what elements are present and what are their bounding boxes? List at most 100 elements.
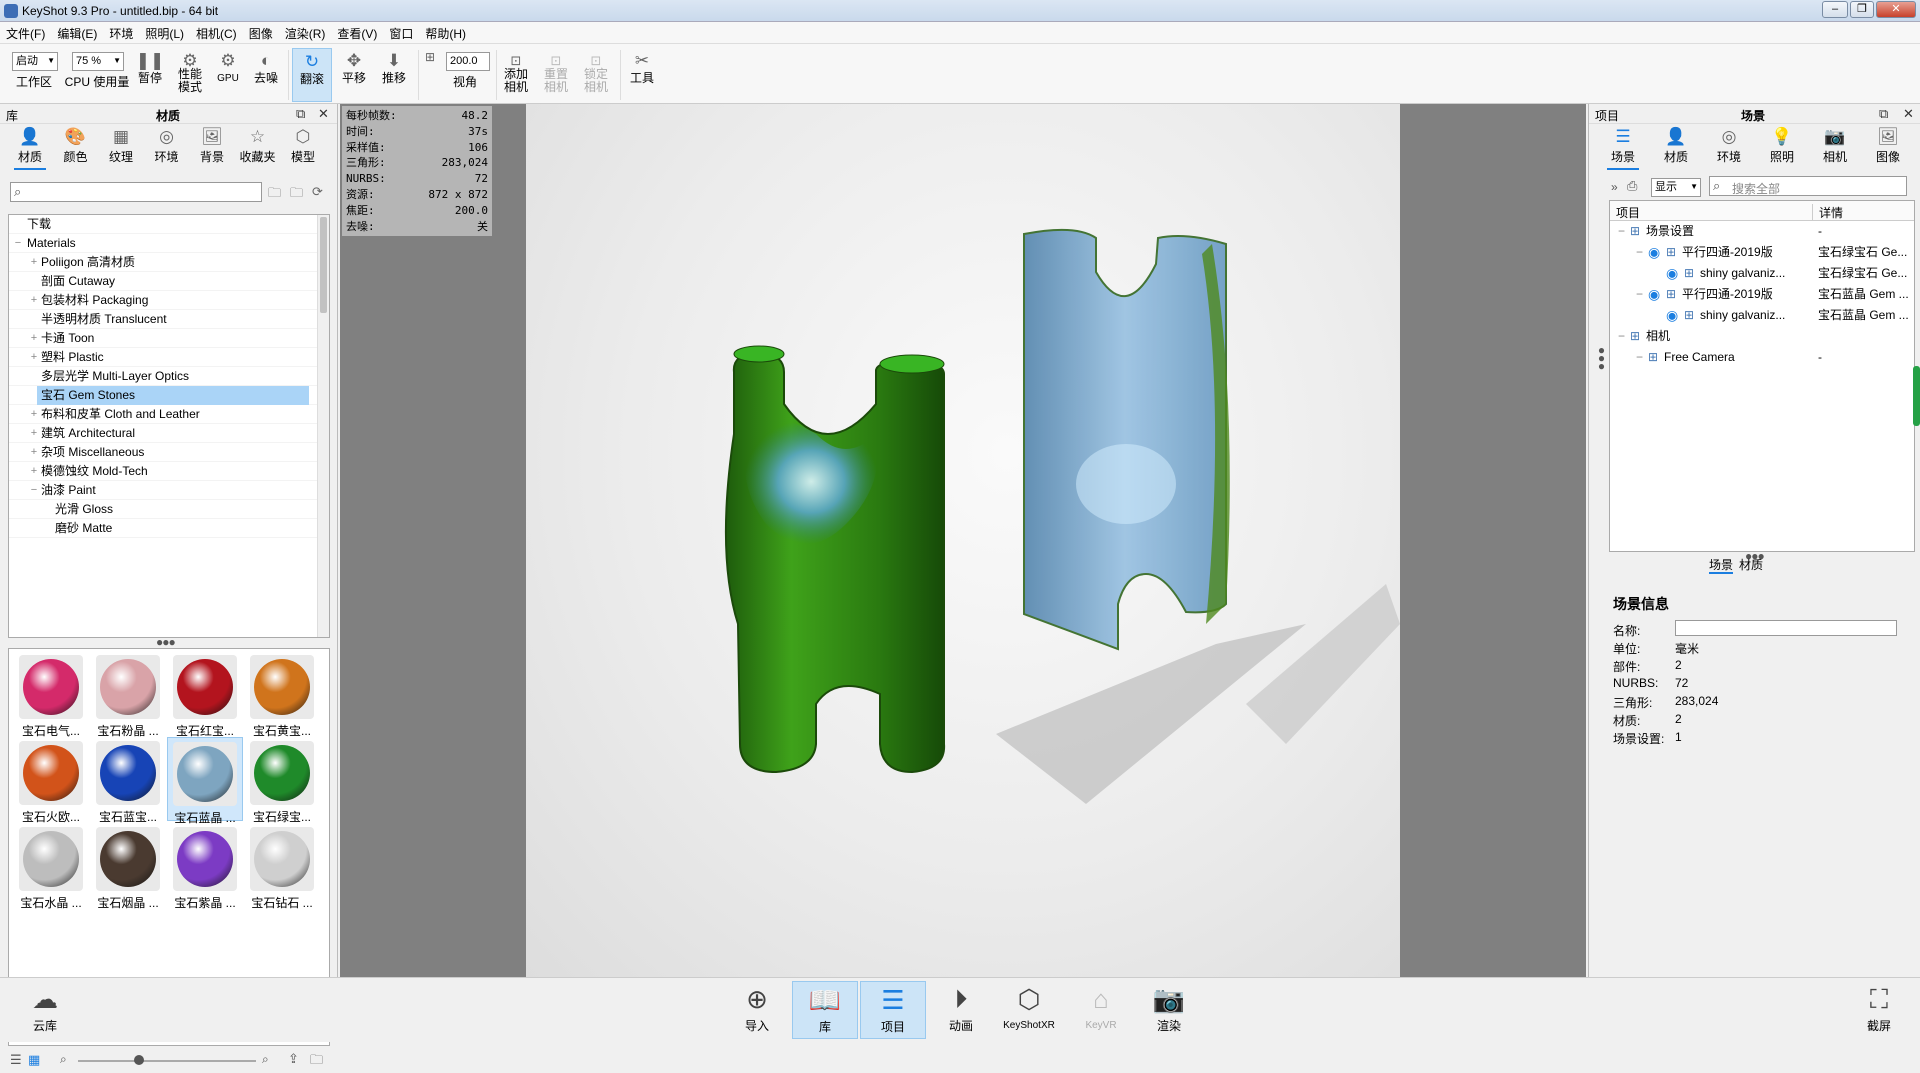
menu-item[interactable]: 帮助(H) bbox=[419, 22, 472, 42]
library-tab[interactable]: ⬡ 模型 bbox=[281, 126, 325, 165]
denoise-button[interactable]: ◐ 去噪 bbox=[250, 48, 282, 102]
expand-icon[interactable]: + bbox=[29, 443, 39, 462]
keyvr-button[interactable]: ⌂ KeyVR bbox=[1068, 981, 1134, 1039]
render-button[interactable]: 📷 渲染 bbox=[1136, 981, 1202, 1039]
expand-icon[interactable]: + bbox=[29, 329, 39, 348]
animation-button[interactable]: ⏵ 动画 bbox=[928, 981, 994, 1039]
render-viewport[interactable]: 每秒帧数: 48.2 时间: 37s 采样值: 106 三角形: 283,024 NURBS: 7… bbox=[340, 104, 1586, 977]
cpu-usage-select[interactable]: 75 % ▼ bbox=[72, 52, 124, 71]
material-thumbnail[interactable]: 宝石钻石 ... bbox=[244, 823, 320, 910]
tree-item[interactable]: − Materials bbox=[9, 234, 329, 253]
project-tab[interactable]: 📷 相机 bbox=[1813, 126, 1857, 165]
camera-filter-icon[interactable]: ⎙ bbox=[1627, 178, 1637, 194]
refresh-icon[interactable]: ⟳ bbox=[312, 184, 323, 200]
material-thumbnail[interactable]: 宝石红宝... bbox=[167, 651, 243, 738]
folder-icon[interactable]: 🗀 bbox=[310, 1051, 323, 1073]
fov-input[interactable]: 200.0 bbox=[446, 52, 490, 71]
expand-icon[interactable]: + bbox=[29, 291, 39, 310]
menu-item[interactable]: 照明(L) bbox=[139, 22, 190, 42]
expand-icon[interactable]: + bbox=[29, 462, 39, 481]
tree-item[interactable]: + 布料和皮革 Cloth and Leather bbox=[9, 405, 329, 424]
reset-camera-button[interactable]: ⊡ 重置 相机 bbox=[540, 48, 572, 102]
visibility-eye-icon[interactable]: ◉ bbox=[1666, 263, 1678, 284]
library-tab[interactable]: ◎ 环境 bbox=[145, 126, 189, 165]
expand-chevron-icon[interactable]: » bbox=[1611, 180, 1618, 194]
visibility-eye-icon[interactable]: ◉ bbox=[1666, 305, 1678, 326]
expand-icon[interactable]: + bbox=[29, 405, 39, 424]
library-tab[interactable]: 🖼 背景 bbox=[190, 126, 234, 165]
splitter-dots-icon[interactable]: ●●● bbox=[1597, 344, 1605, 372]
dolly-button[interactable]: ⬇ 推移 bbox=[376, 48, 412, 102]
collapse-icon[interactable]: − bbox=[1618, 326, 1625, 347]
scene-subtab[interactable]: 场景 bbox=[1709, 558, 1734, 574]
visibility-eye-icon[interactable]: ◉ bbox=[1648, 284, 1660, 305]
visibility-eye-icon[interactable]: ◉ bbox=[1648, 242, 1660, 263]
add-folder-icon[interactable]: 🗀 bbox=[268, 184, 281, 206]
remove-folder-icon[interactable]: 🗀 bbox=[290, 184, 303, 206]
expand-icon[interactable]: + bbox=[29, 348, 39, 367]
grid-view-icon[interactable]: ▦ bbox=[28, 1052, 40, 1068]
library-tab[interactable]: ☆ 收藏夹 bbox=[236, 126, 280, 165]
scene-subtab[interactable]: 材质 bbox=[1739, 558, 1763, 572]
float-panel-icon[interactable]: ⧉ bbox=[296, 106, 305, 122]
close-panel-icon[interactable]: ✕ bbox=[318, 106, 329, 122]
tumble-button[interactable]: ↻ 翻滚 bbox=[292, 48, 332, 102]
tree-item[interactable]: − 油漆 Paint bbox=[9, 481, 329, 500]
scene-tree-row[interactable]: ◉ ⊞ shiny galvaniz... 宝石蓝晶 Gem ... bbox=[1610, 305, 1914, 326]
scene-tree-row[interactable]: − ⊞ 场景设置 - bbox=[1610, 221, 1914, 242]
tree-item[interactable]: + 卡通 Toon bbox=[9, 329, 329, 348]
menu-item[interactable]: 文件(F) bbox=[0, 22, 51, 42]
project-tab[interactable]: ☰ 场景 bbox=[1601, 126, 1645, 170]
material-thumbnail[interactable]: 宝石电气... bbox=[13, 651, 89, 738]
project-tab[interactable]: 💡 照明 bbox=[1760, 126, 1804, 165]
material-thumbnail[interactable]: 宝石蓝宝... bbox=[90, 737, 166, 824]
library-tab[interactable]: ▦ 纹理 bbox=[99, 126, 143, 165]
tree-item[interactable]: + 模德蚀纹 Mold-Tech bbox=[9, 462, 329, 481]
scene-tree-row[interactable]: − ⊞ Free Camera - bbox=[1610, 347, 1914, 368]
menu-item[interactable]: 环境 bbox=[103, 22, 139, 42]
menu-item[interactable]: 编辑(E) bbox=[51, 22, 103, 42]
menu-item[interactable]: 查看(V) bbox=[331, 22, 383, 42]
splitter-dots-icon[interactable]: ●●● bbox=[156, 636, 176, 648]
material-thumbnail[interactable]: 宝石绿宝... bbox=[244, 737, 320, 824]
material-thumbnail[interactable]: 宝石粉晶 ... bbox=[90, 651, 166, 738]
gpu-button[interactable]: ⚙ GPU bbox=[212, 48, 244, 102]
pan-button[interactable]: ✥ 平移 bbox=[336, 48, 372, 102]
display-select[interactable]: 显示 ▼ bbox=[1651, 178, 1701, 197]
lock-camera-button[interactable]: ⊡ 锁定 相机 bbox=[580, 48, 612, 102]
add-camera-button[interactable]: ⊡ 添加 相机 bbox=[500, 48, 532, 102]
material-thumbnail[interactable]: 宝石水晶 ... bbox=[13, 823, 89, 910]
scene-tree-row[interactable]: − ◉ ⊞ 平行四通-2019版 宝石蓝晶 Gem ... bbox=[1610, 284, 1914, 305]
import-button[interactable]: ⊕ 导入 bbox=[724, 981, 790, 1039]
material-thumbnail[interactable]: 宝石黄宝... bbox=[244, 651, 320, 738]
project-search-input[interactable]: ⌕ 搜索全部 bbox=[1709, 176, 1907, 196]
tools-button[interactable]: ✂ 工具 bbox=[624, 48, 660, 102]
collapse-icon[interactable]: − bbox=[1636, 284, 1643, 305]
tree-item[interactable]: + 建筑 Architectural bbox=[9, 424, 329, 443]
menu-item[interactable]: 渲染(R) bbox=[279, 22, 332, 42]
tree-item[interactable]: 宝石 Gem Stones bbox=[9, 386, 329, 405]
menu-item[interactable]: 图像 bbox=[243, 22, 279, 42]
material-thumbnail[interactable]: 宝石紫晶 ... bbox=[167, 823, 243, 910]
library-button[interactable]: 📖 库 bbox=[792, 981, 858, 1039]
tree-item[interactable]: 多层光学 Multi-Layer Optics bbox=[9, 367, 329, 386]
library-tab[interactable]: 🎨 颜色 bbox=[54, 126, 98, 165]
close-window-button[interactable]: ✕ bbox=[1876, 1, 1916, 18]
keyshotxr-button[interactable]: ⬡ KeyShotXR bbox=[996, 981, 1062, 1039]
collapse-icon[interactable]: − bbox=[1636, 242, 1643, 263]
list-view-icon[interactable]: ☰ bbox=[10, 1052, 22, 1068]
tree-item[interactable]: 下载 bbox=[9, 215, 329, 234]
library-search-input[interactable]: ⌕ bbox=[10, 182, 262, 202]
tree-item[interactable]: + 杂项 Miscellaneous bbox=[9, 443, 329, 462]
material-thumbnail[interactable]: 宝石蓝晶 ... bbox=[167, 737, 243, 825]
tree-scrollbar[interactable] bbox=[317, 215, 329, 637]
pause-button[interactable]: ❚❚ 暂停 bbox=[134, 48, 166, 102]
thumbnail-size-slider[interactable] bbox=[78, 1060, 256, 1062]
collapse-icon[interactable]: − bbox=[1618, 221, 1625, 242]
slider-handle[interactable] bbox=[134, 1055, 144, 1065]
collapse-icon[interactable]: − bbox=[13, 234, 23, 253]
menu-item[interactable]: 相机(C) bbox=[190, 22, 243, 42]
project-tab[interactable]: 🖼 图像 bbox=[1866, 126, 1910, 165]
tree-item[interactable]: + 包装材料 Packaging bbox=[9, 291, 329, 310]
tree-item[interactable]: 磨砂 Matte bbox=[9, 519, 329, 538]
